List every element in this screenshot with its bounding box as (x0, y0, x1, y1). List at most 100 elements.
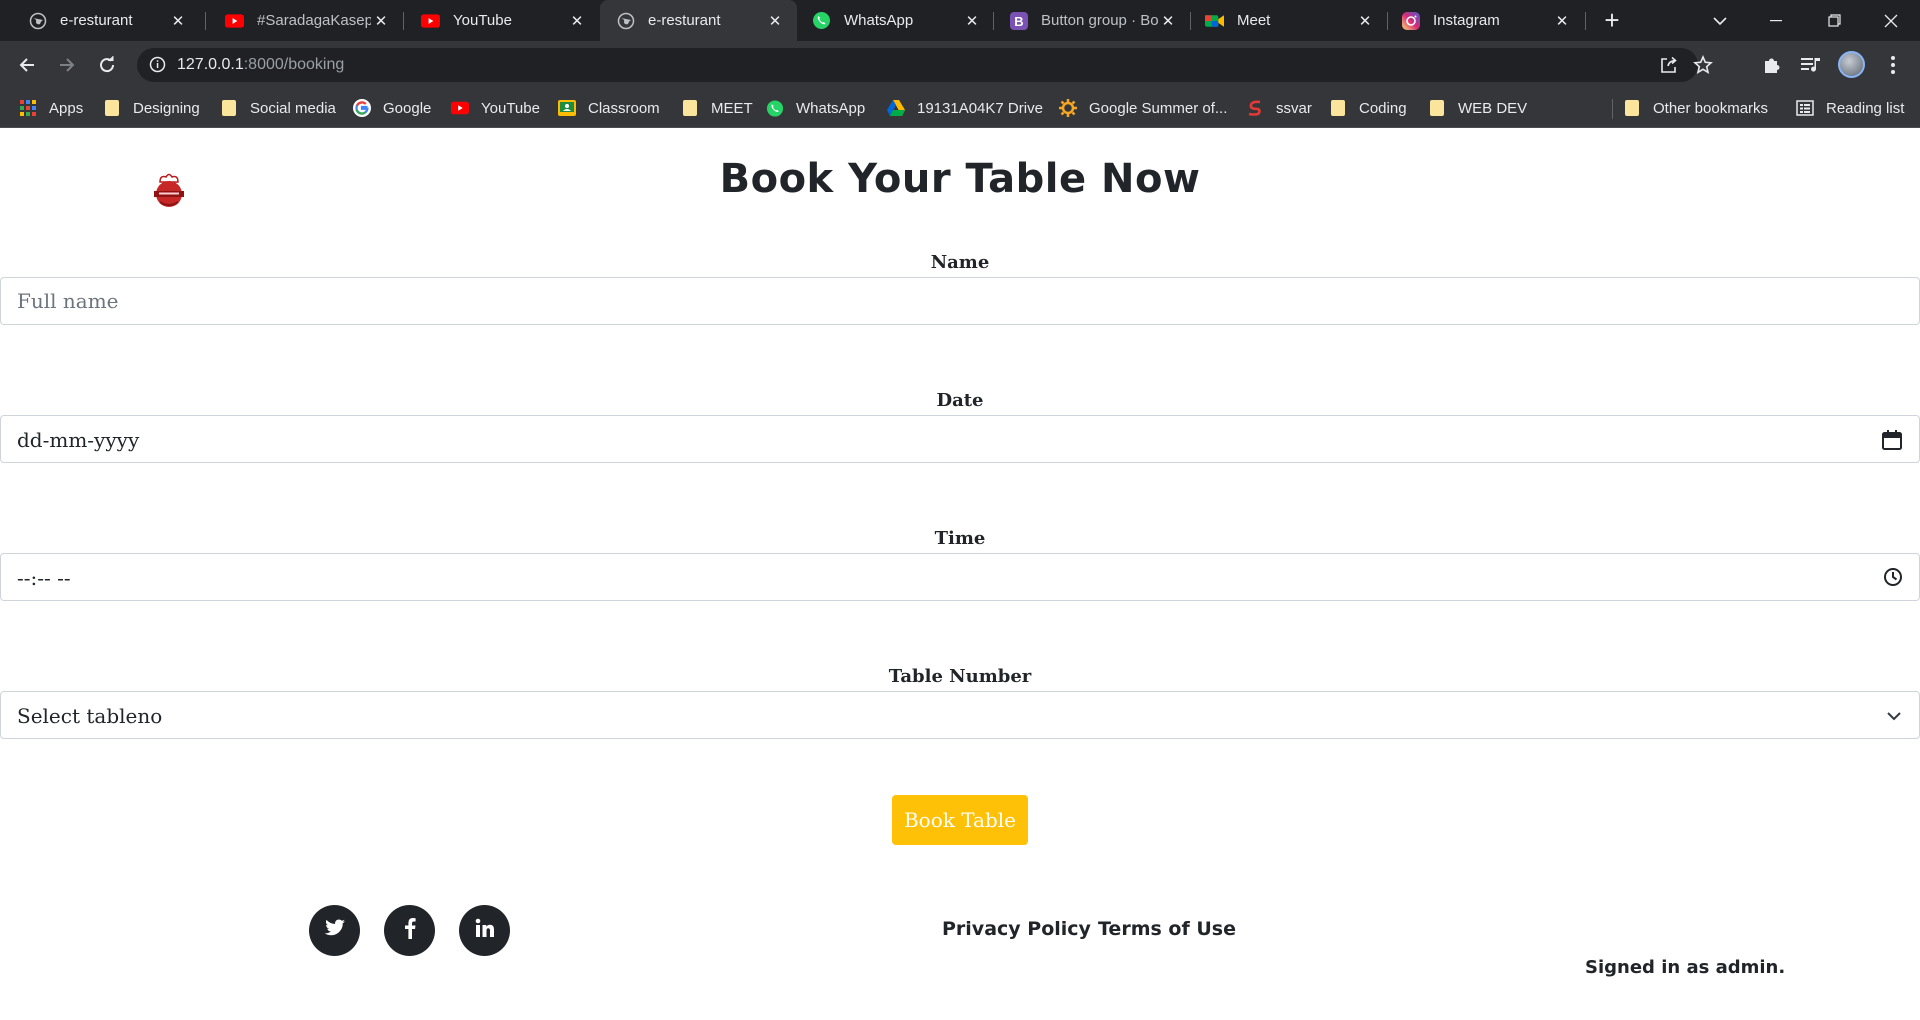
bookmark-coding[interactable]: Coding (1329, 89, 1407, 127)
tab-youtube[interactable]: YouTube ✕ (393, 0, 599, 41)
folder-icon (1623, 99, 1641, 117)
forward-button[interactable] (51, 49, 83, 81)
bookmark-label: Reading list (1826, 99, 1905, 117)
tab-button-group[interactable]: B Button group · Bo ✕ (993, 0, 1190, 41)
classroom-icon (558, 99, 576, 117)
bookmark-label: Social media (250, 99, 336, 117)
tab-title: YouTube (453, 12, 512, 29)
tab-title: Button group · Bo (1041, 12, 1158, 29)
bookmark-gsoc[interactable]: Google Summer of... (1059, 89, 1227, 127)
bookmark-label: Apps (49, 99, 84, 117)
folder-icon (1428, 99, 1446, 117)
close-tab-icon[interactable]: ✕ (1355, 12, 1375, 30)
media-control-icon[interactable] (1799, 53, 1823, 77)
book-table-button[interactable]: Book Table (892, 795, 1028, 845)
minimize-button[interactable] (1748, 0, 1804, 41)
drive-icon (887, 99, 905, 117)
close-window-button[interactable] (1863, 0, 1919, 41)
bookmarks-bar: Apps Designing Social media Google YouTu… (0, 89, 1920, 128)
bookmark-web-dev[interactable]: WEB DEV (1428, 89, 1527, 127)
chevron-down-icon[interactable] (1885, 707, 1903, 730)
time-input-value: --:-- -- (17, 566, 71, 590)
date-field[interactable]: dd-mm-yyyy (0, 415, 1920, 463)
tab-title: e-resturant (60, 12, 133, 29)
calendar-icon[interactable] (1881, 429, 1903, 456)
close-tab-icon[interactable]: ✕ (1158, 12, 1178, 30)
bookmark-star-icon[interactable] (1693, 54, 1713, 80)
back-button[interactable] (11, 49, 43, 81)
globe-icon (616, 11, 635, 30)
bookmark-classroom[interactable]: Classroom (558, 89, 660, 127)
bookmark-label: Designing (133, 99, 200, 117)
folder-icon (103, 99, 121, 117)
site-info-icon[interactable] (149, 56, 166, 78)
tab-title: Instagram (1433, 12, 1500, 29)
browser-toolbar: 127.0.0.1:8000/booking (0, 41, 1920, 89)
youtube-icon (421, 11, 440, 30)
facebook-button[interactable] (384, 905, 435, 956)
tab-title: e-resturant (648, 12, 721, 29)
more-menu-icon[interactable] (1881, 53, 1905, 77)
twitter-button[interactable] (309, 905, 360, 956)
signed-in-status: Signed in as admin. (1585, 957, 1786, 978)
terms-of-use-link[interactable]: Terms of Use (1098, 918, 1236, 940)
reading-list[interactable]: Reading list (1796, 89, 1904, 127)
apps-grid-icon (19, 99, 37, 117)
linkedin-button[interactable] (459, 905, 510, 956)
bookmark-social-media[interactable]: Social media (220, 89, 336, 127)
extensions-icon[interactable] (1760, 53, 1784, 77)
twitter-icon (324, 919, 346, 942)
booking-page: Book Your Table Now Name Date dd-mm-yyyy… (0, 128, 1920, 1020)
bookmark-ssvar[interactable]: ssvar (1246, 89, 1312, 127)
share-icon[interactable] (1659, 55, 1679, 80)
bookmark-label: Coding (1359, 99, 1407, 117)
date-input-value: dd-mm-yyyy (17, 428, 140, 452)
bookmark-youtube[interactable]: YouTube (451, 89, 540, 127)
close-tab-icon[interactable]: ✕ (765, 12, 785, 30)
bookmark-drive[interactable]: 19131A04K7 Drive (887, 89, 1043, 127)
name-label: Name (930, 252, 990, 273)
reload-button[interactable] (91, 49, 123, 81)
date-label: Date (936, 390, 984, 411)
bookmark-apps[interactable]: Apps (19, 89, 83, 127)
name-input[interactable] (1, 278, 1919, 324)
time-label: Time (934, 528, 986, 549)
privacy-policy-link[interactable]: Privacy Policy (942, 918, 1091, 940)
tab-saradagakasepa[interactable]: #SaradagaKasepa ✕ (197, 0, 403, 41)
bookmark-label: Other bookmarks (1653, 99, 1769, 117)
clock-icon[interactable] (1883, 567, 1903, 592)
close-tab-icon[interactable]: ✕ (1552, 12, 1572, 30)
name-field[interactable] (0, 277, 1920, 325)
url-text: 127.0.0.1:8000/booking (177, 56, 344, 74)
tab-e-resturant-active[interactable]: e-resturant ✕ (600, 0, 797, 41)
tab-search-icon[interactable] (1692, 0, 1748, 41)
address-bar[interactable]: 127.0.0.1:8000/booking (137, 48, 1713, 82)
profile-avatar[interactable] (1838, 51, 1865, 78)
table-number-label: Table Number (888, 666, 1032, 687)
tab-meet[interactable]: Meet ✕ (1190, 0, 1387, 41)
close-tab-icon[interactable]: ✕ (567, 12, 587, 30)
close-tab-icon[interactable]: ✕ (962, 12, 982, 30)
url-path: :8000/booking (243, 56, 345, 73)
facebook-icon (404, 917, 416, 944)
restore-button[interactable] (1806, 0, 1862, 41)
bookmark-whatsapp[interactable]: WhatsApp (766, 89, 865, 127)
tab-e-resturant-1[interactable]: e-resturant ✕ (0, 0, 200, 41)
close-tab-icon[interactable]: ✕ (168, 12, 188, 30)
bookmark-designing[interactable]: Designing (103, 89, 200, 127)
tab-whatsapp[interactable]: WhatsApp ✕ (797, 0, 994, 41)
bookmark-label: Google (383, 99, 432, 117)
tab-instagram[interactable]: Instagram ✕ (1387, 0, 1584, 41)
close-tab-icon[interactable]: ✕ (371, 12, 391, 30)
url-host: 127.0.0.1 (177, 56, 244, 73)
new-tab-button[interactable]: + (1597, 4, 1627, 37)
bookmark-meet[interactable]: MEET (681, 89, 753, 127)
tab-title: WhatsApp (844, 12, 914, 29)
table-number-select[interactable]: Select tableno (0, 691, 1920, 739)
bookmark-label: YouTube (481, 99, 540, 117)
bookmark-label: MEET (711, 99, 753, 117)
bookmark-google[interactable]: Google (353, 89, 431, 127)
youtube-icon (451, 99, 469, 117)
bookmark-other[interactable]: Other bookmarks (1623, 89, 1768, 127)
time-field[interactable]: --:-- -- (0, 553, 1920, 601)
